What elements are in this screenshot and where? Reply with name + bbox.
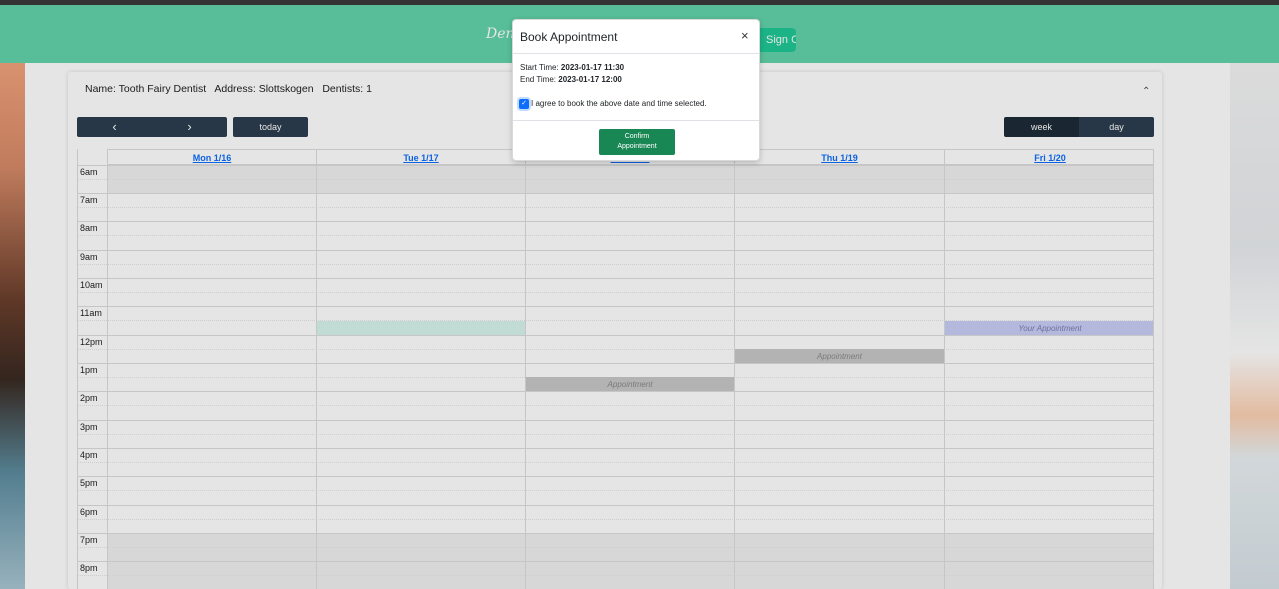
end-time-label: End Time:	[520, 75, 557, 84]
close-icon[interactable]: ×	[741, 28, 749, 43]
start-time-row: Start Time: 2023-01-17 11:30	[520, 63, 624, 72]
agree-row: ✓ I agree to book the above date and time…	[519, 99, 707, 109]
modal-body: Start Time: 2023-01-17 11:30 End Time: 2…	[513, 55, 759, 120]
confirm-appointment-button[interactable]: Confirm Appointment	[599, 129, 675, 155]
modal-title: Book Appointment	[520, 30, 618, 44]
agree-label[interactable]: I agree to book the above date and time …	[531, 99, 707, 108]
start-time-value: 2023-01-17 11:30	[560, 63, 625, 72]
end-time-row: End Time: 2023-01-17 12:00	[520, 75, 622, 84]
modal-footer: Confirm Appointment	[513, 120, 759, 161]
book-appointment-modal: Book Appointment × Start Time: 2023-01-1…	[512, 19, 760, 161]
end-time-value: 2023-01-17 12:00	[558, 75, 622, 84]
modal-header: Book Appointment ×	[513, 20, 759, 54]
start-time-label: Start Time:	[520, 63, 559, 72]
agree-checkbox[interactable]: ✓	[519, 99, 529, 109]
